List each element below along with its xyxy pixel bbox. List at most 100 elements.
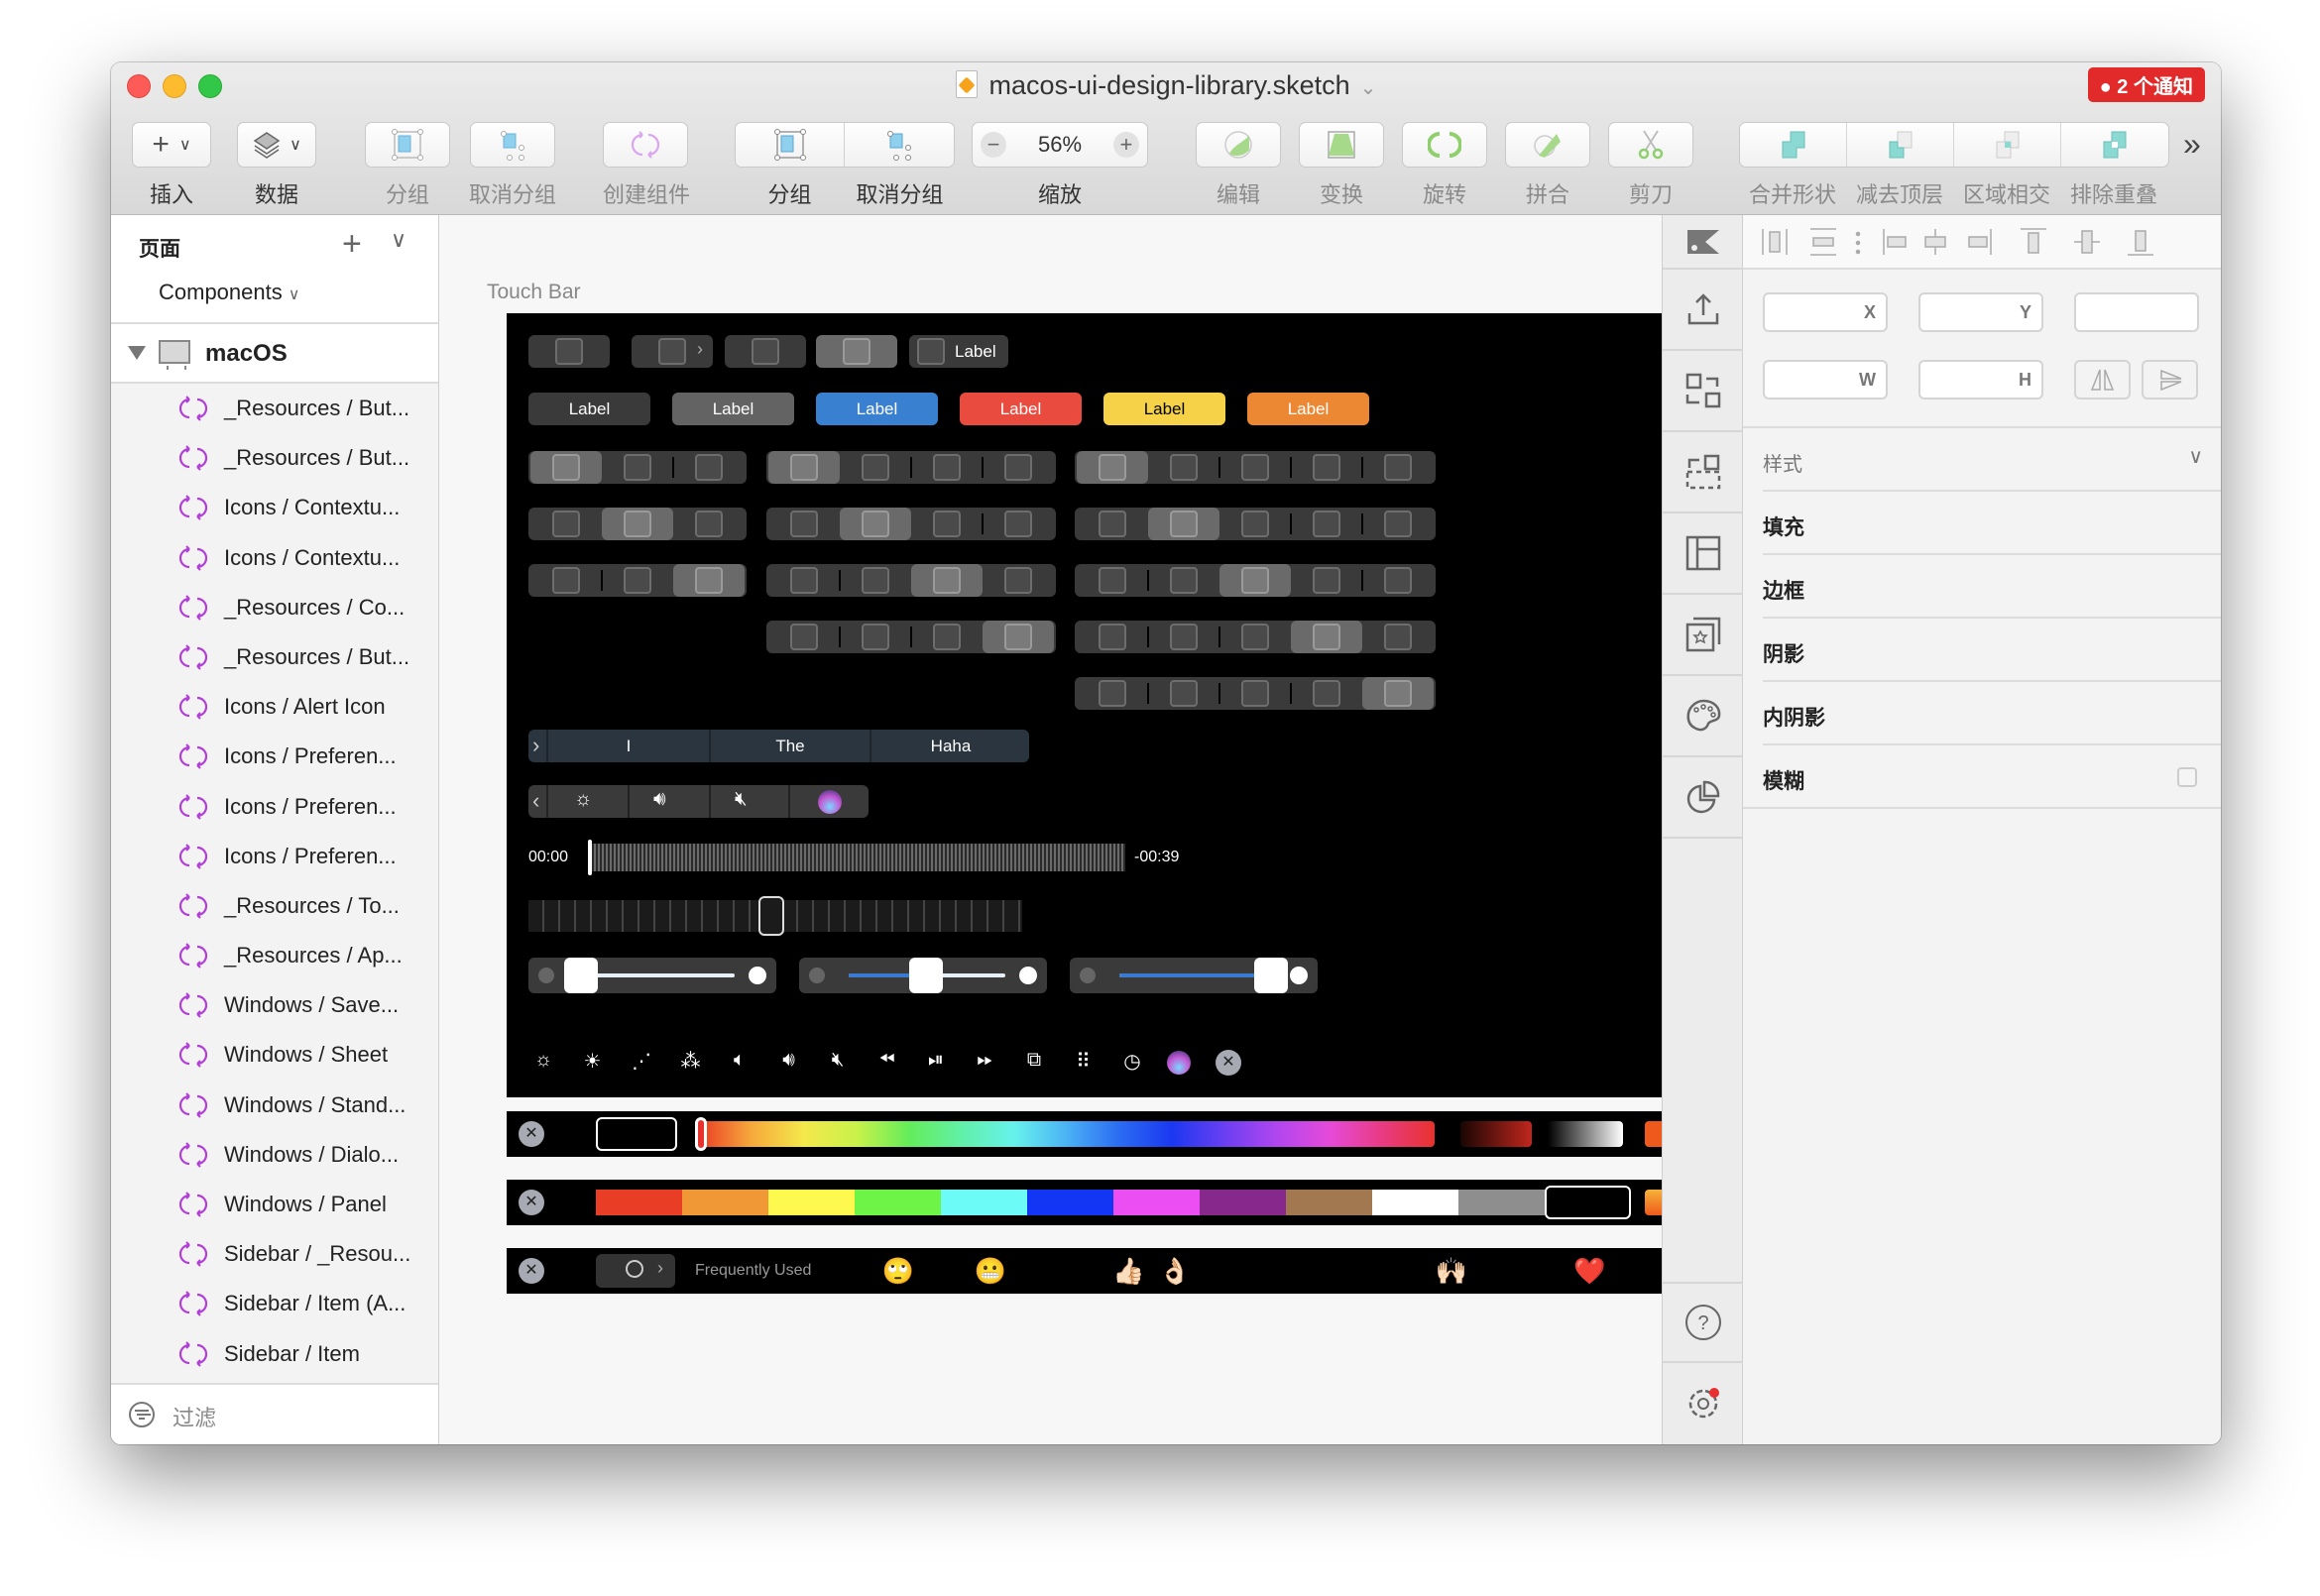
swap-overrides-button[interactable] [1663,351,1744,432]
touchbar-key-pressed[interactable] [816,335,897,368]
segment[interactable] [768,564,840,597]
volume-high-icon[interactable]: 🔊︎ [774,1049,804,1072]
color-swatch[interactable] [1372,1190,1458,1215]
group-button-disabled[interactable] [365,122,450,168]
scrubber-playhead[interactable] [588,840,592,875]
layer-item[interactable]: Icons / Contextu... [111,483,438,532]
touch-bar-artboard[interactable]: › Label Label Label Label Label Label Label ›… [507,313,1662,1097]
blur-section[interactable]: 模糊 [1743,745,2221,809]
slider-track[interactable] [578,973,735,977]
launchpad-icon[interactable]: ⠿ [1069,1049,1099,1074]
shadow-section[interactable]: 阴影 [1763,619,2221,682]
segment[interactable] [530,508,602,540]
suggestion-item[interactable]: The [709,730,870,762]
segment[interactable] [1291,508,1362,540]
emoji-item[interactable]: 😒 [836,1256,863,1286]
color-swatch[interactable] [1458,1190,1545,1215]
brightness-low-icon[interactable]: ☼ [528,1049,558,1072]
combine-button[interactable] [1505,122,1590,168]
current-page-selector[interactable]: Components ∨ [111,273,438,324]
artboard-title[interactable]: Touch Bar [487,281,581,304]
segment[interactable] [911,451,983,484]
layer-group-macos[interactable]: macOS [111,324,438,384]
subtract-button[interactable] [1847,123,1954,167]
segment[interactable] [840,451,911,484]
segment[interactable] [602,451,673,484]
segment[interactable] [602,508,673,540]
create-symbol-tool[interactable] [1663,432,1744,513]
segment[interactable] [840,508,911,540]
emoji-item[interactable]: 😝 [1205,1256,1231,1286]
segment[interactable] [1077,621,1148,653]
segment[interactable] [1362,508,1434,540]
zoom-in-button[interactable]: + [1112,132,1139,158]
close-icon[interactable]: ✕ [519,1121,544,1147]
emoji-item[interactable]: 😊 [1251,1256,1278,1286]
height-field[interactable]: H [1918,360,2043,399]
emoji-item[interactable]: 👍🏻 [1112,1256,1144,1286]
emoji-category-button[interactable]: › [596,1254,675,1288]
segment[interactable] [1148,508,1219,540]
slider-thumb[interactable] [1254,958,1288,993]
flip-horizontal-button[interactable] [2074,360,2131,399]
colored-label-button[interactable]: Label [672,393,794,425]
layer-item[interactable]: Sidebar / _Resou... [111,1229,438,1279]
filter-icon[interactable] [129,1402,155,1427]
segment[interactable] [983,508,1054,540]
layer-item[interactable]: Icons / Preferen... [111,732,438,781]
play-pause-icon[interactable]: ⏯︎ [921,1049,951,1072]
touchbar-key-with-arrow[interactable]: › [632,335,713,368]
segment[interactable] [768,508,840,540]
fill-section[interactable]: 填充 [1763,492,2221,555]
segment[interactable] [840,564,911,597]
segment[interactable] [1291,621,1362,653]
layer-item[interactable]: Sidebar / Item [111,1329,438,1379]
edit-button[interactable] [1196,122,1281,168]
segment[interactable] [768,451,840,484]
notification-badge[interactable]: ● 2 个通知 [2087,67,2205,102]
zoom-out-button[interactable]: − [981,132,1006,158]
slider-thumb[interactable] [909,958,943,993]
transform-button[interactable] [1299,122,1384,168]
emoji-item[interactable]: ❤️ [1573,1256,1605,1286]
ungroup-button-disabled[interactable] [470,122,555,168]
emoji-item[interactable]: 😬 [975,1256,1006,1286]
segment[interactable] [1077,677,1148,710]
suggestion-item[interactable]: Haha [870,730,1030,762]
segment[interactable] [1291,564,1362,597]
color-palette-button[interactable] [1663,676,1744,757]
layer-item[interactable]: Windows / Panel [111,1180,438,1229]
emoji-item[interactable]: 😩 [1343,1256,1370,1286]
emoji-item[interactable]: 😁 [1067,1256,1094,1286]
grayscale-slider[interactable] [1548,1121,1623,1147]
border-section[interactable]: 边框 [1763,555,2221,619]
segment[interactable] [840,621,911,653]
settings-button[interactable] [1663,1363,1744,1444]
colored-label-button[interactable]: Label [1247,393,1369,425]
zoom-value[interactable]: 56% [1038,132,1082,158]
rotate-button[interactable] [1402,122,1487,168]
close-icon[interactable]: ✕ [519,1258,544,1284]
emoji-item[interactable]: 🙄 [882,1256,914,1286]
mute-icon[interactable]: 🔇︎ [735,788,748,811]
audio-scrubber[interactable] [590,844,1125,871]
scissors-button[interactable] [1608,122,1693,168]
layer-item[interactable]: _Resources / But... [111,384,438,433]
difference-button[interactable] [2061,123,2168,167]
colored-label-button[interactable]: Label [528,393,650,425]
style-section-header[interactable]: 样式 ∨ [1763,428,2221,492]
data-button[interactable]: ∨ [237,122,316,168]
layer-item[interactable]: _Resources / To... [111,881,438,931]
help-button[interactable]: ? [1663,1282,1744,1363]
segment[interactable] [1077,451,1148,484]
siri-icon[interactable] [818,790,842,814]
shade-slider[interactable] [1460,1121,1532,1147]
emoji-item[interactable]: 😎 [1481,1256,1508,1286]
color-swatch[interactable] [941,1190,1027,1215]
emoji-item[interactable]: 😭 [1297,1256,1327,1286]
colored-label-button[interactable]: Label [816,393,938,425]
segment[interactable] [1219,451,1291,484]
layout-button[interactable] [1663,513,1744,595]
segment[interactable] [1148,677,1219,710]
window-title[interactable]: macos-ui-design-library.sketch ⌄ [111,70,2221,101]
